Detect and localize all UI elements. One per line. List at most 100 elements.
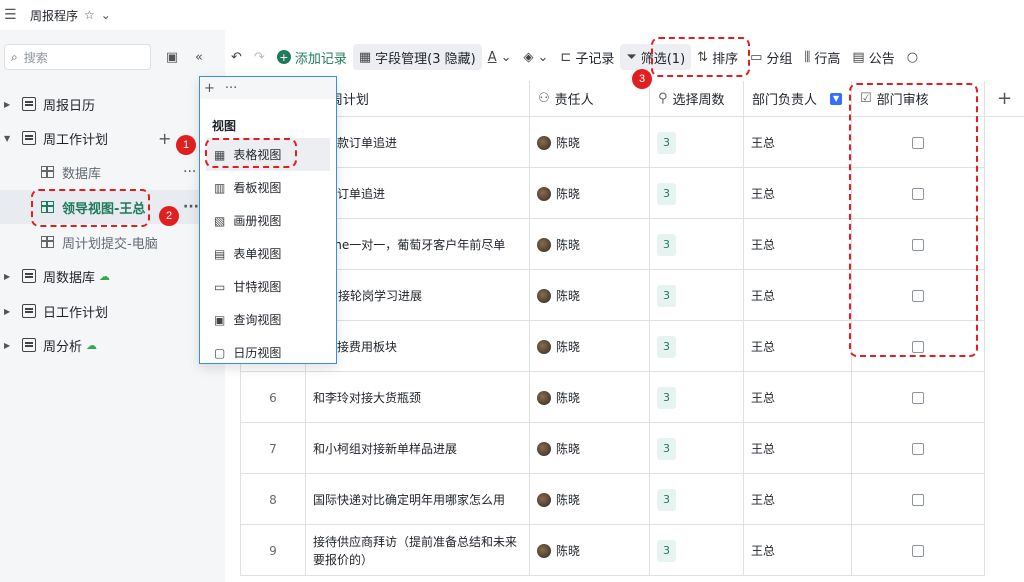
sidebar-item-database[interactable]: 数据库 ··· xyxy=(0,155,225,189)
review-checkbox[interactable] xyxy=(912,442,924,455)
cell-dept-head[interactable]: 王总 xyxy=(744,474,852,525)
add-record-button[interactable]: + 添加记录 xyxy=(271,44,353,70)
cell-week[interactable]: 3 xyxy=(650,474,744,525)
cell-owner[interactable]: 陈晓 xyxy=(530,372,650,423)
sidebar-item-weekly-analysis[interactable]: ▶ 周分析 ☁ xyxy=(0,328,225,362)
collapse-icon[interactable]: « xyxy=(190,48,208,66)
popup-item-view-type[interactable]: ▭ 甘特视图 xyxy=(200,270,336,303)
cell-week[interactable]: 3 xyxy=(650,423,744,474)
plus-icon[interactable]: + xyxy=(204,81,215,96)
notice-button[interactable]: ▤ 公告 xyxy=(846,44,900,70)
field-manage-button[interactable]: ▦ 字段管理(3 隐藏) xyxy=(352,44,482,70)
header-owner[interactable]: ⚇ 责任人 xyxy=(530,81,650,117)
cell-plan[interactable]: 接待供应商拜访（提前准备总结和未来要报价的） xyxy=(306,525,530,576)
sidebar-item-plan-submit[interactable]: 周计划提交-电脑 xyxy=(0,225,225,259)
cell-owner[interactable]: 陈晓 xyxy=(530,168,650,219)
text-color-icon: A xyxy=(487,49,497,65)
week-badge: 3 xyxy=(657,182,676,205)
cell-owner[interactable]: 陈晓 xyxy=(530,270,650,321)
header-label: 选择周数 xyxy=(672,93,725,108)
cell-dept-head[interactable]: 王总 xyxy=(744,423,852,474)
search-button[interactable]: ○ xyxy=(901,44,924,70)
collapse-arrow-icon[interactable]: ▼ xyxy=(4,134,14,143)
text-color-button[interactable]: A ⌄ xyxy=(482,44,518,70)
review-checkbox[interactable] xyxy=(912,544,924,557)
add-view-icon[interactable]: + xyxy=(158,129,171,148)
cell-dept-head[interactable]: 王总 xyxy=(744,219,852,270)
cell-owner[interactable]: 陈晓 xyxy=(530,321,650,372)
sidebar-item-daily-plan[interactable]: ▶ 日工作计划 xyxy=(0,294,225,328)
table-row[interactable]: 9 接待供应商拜访（提前准备总结和未来要报价的） 陈晓 3 王总 xyxy=(240,525,985,576)
more-icon[interactable]: ··· xyxy=(225,81,237,96)
review-checkbox[interactable] xyxy=(912,391,924,404)
search-input[interactable]: ⌕ 搜索 xyxy=(4,44,151,70)
avatar xyxy=(537,339,551,354)
cell-week[interactable]: 3 xyxy=(650,372,744,423)
sidebar-item-label: 日工作计划 xyxy=(43,305,109,321)
cell-plan[interactable]: 的两款订单追进 xyxy=(306,117,530,168)
expand-arrow-icon[interactable]: ▶ xyxy=(4,272,14,281)
more-icon[interactable]: ··· xyxy=(183,164,196,180)
fill-color-button[interactable]: ◈ ⌄ xyxy=(518,44,555,70)
menu-icon[interactable]: ☰ xyxy=(4,7,18,23)
panel-icon[interactable]: ▣ xyxy=(163,48,181,66)
header-weekly-plan[interactable]: ≡周计划 xyxy=(306,81,530,117)
cell-owner[interactable]: 陈晓 xyxy=(530,423,650,474)
chevron-down-icon[interactable]: ⌄ xyxy=(101,8,111,22)
popup-item-view-type[interactable]: ▥ 看板视图 xyxy=(200,171,336,204)
cell-plan[interactable]: 童鞋订单追进 xyxy=(306,168,530,219)
cell-week[interactable]: 3 xyxy=(650,219,744,270)
cell-owner[interactable]: 陈晓 xyxy=(530,219,650,270)
header-week-number[interactable]: ⚲ 选择周数 xyxy=(650,81,744,117)
header-dept-head[interactable]: 部门负责人 ▼ xyxy=(744,81,852,117)
table-row[interactable]: 7 和小柯组对接新单样品进展 陈晓 3 王总 xyxy=(240,423,985,474)
row-height-button[interactable]: ⫼ 行高 xyxy=(798,44,846,70)
sidebar-item-weekly-calendar[interactable]: ▶ 周报日历 xyxy=(0,87,225,121)
star-icon[interactable]: ☆ xyxy=(84,8,95,22)
sidebar-item-weekly-db[interactable]: ▶ 周数据库 ☁ xyxy=(0,259,225,293)
cell-week[interactable]: 3 xyxy=(650,168,744,219)
cell-owner[interactable]: 陈晓 xyxy=(530,117,650,168)
cell-plan[interactable]: 国际快递对比确定明年用哪家怎么用 xyxy=(306,474,530,525)
cell-dept-head[interactable]: 王总 xyxy=(744,372,852,423)
expand-arrow-icon[interactable]: ▶ xyxy=(4,307,14,316)
expand-arrow-icon[interactable]: ▶ xyxy=(4,100,14,109)
cell-plan[interactable]: 和小柯组对接新单样品进展 xyxy=(306,423,530,474)
kanban-view-icon: ▥ xyxy=(214,180,226,195)
more-icon[interactable]: ··· xyxy=(183,199,199,215)
annotation-box-leader-view xyxy=(31,189,150,227)
table-row[interactable]: 8 国际快递对比确定明年用哪家怎么用 陈晓 3 王总 xyxy=(240,474,985,525)
cell-plan[interactable]: JO对接轮岗学习进展 xyxy=(306,270,530,321)
cell-plan[interactable]: 雪对接费用板块 xyxy=(306,321,530,372)
cell-dept-head[interactable]: 王总 xyxy=(744,117,852,168)
filter-icon: ⏷ xyxy=(626,49,637,65)
popup-item-view-type[interactable]: ▤ 表单视图 xyxy=(200,237,336,270)
cell-dept-head[interactable]: 王总 xyxy=(744,270,852,321)
cell-plan[interactable]: smine一对一，葡萄牙客户年前尽单 xyxy=(306,219,530,270)
expand-arrow-icon[interactable]: ▶ xyxy=(4,341,14,350)
cell-dept-head[interactable]: 王总 xyxy=(744,525,852,576)
popup-item-view-type[interactable]: ▣ 查询视图 xyxy=(200,303,336,336)
notice-icon: ▤ xyxy=(852,49,865,65)
cell-dept-head[interactable]: 王总 xyxy=(744,168,852,219)
group-button[interactable]: ▭ 分组 xyxy=(744,44,798,70)
cell-plan[interactable]: 和李玲对接大货瓶颈 xyxy=(306,372,530,423)
cell-owner[interactable]: 陈晓 xyxy=(530,474,650,525)
plus-icon: + xyxy=(996,88,1013,109)
add-column-button[interactable]: + xyxy=(985,81,1024,117)
redo-button[interactable]: ↷ xyxy=(248,44,271,70)
table-row[interactable]: 6 和李玲对接大货瓶颈 陈晓 3 王总 xyxy=(240,372,985,423)
undo-button[interactable]: ↶ xyxy=(225,44,248,70)
group-label: 分组 xyxy=(766,51,793,67)
sub-record-button[interactable]: ⊏ 子记录 xyxy=(554,44,620,70)
cell-week[interactable]: 3 xyxy=(650,117,744,168)
cell-week[interactable]: 3 xyxy=(650,321,744,372)
form-view-icon: ▤ xyxy=(214,246,226,261)
popup-item-view-type[interactable]: ▢ 日历视图 xyxy=(200,336,336,369)
popup-item-view-type[interactable]: ▧ 画册视图 xyxy=(200,204,336,237)
cell-week[interactable]: 3 xyxy=(650,270,744,321)
cell-week[interactable]: 3 xyxy=(650,525,744,576)
cell-owner[interactable]: 陈晓 xyxy=(530,525,650,576)
cell-dept-head[interactable]: 王总 xyxy=(744,321,852,372)
review-checkbox[interactable] xyxy=(912,493,924,506)
